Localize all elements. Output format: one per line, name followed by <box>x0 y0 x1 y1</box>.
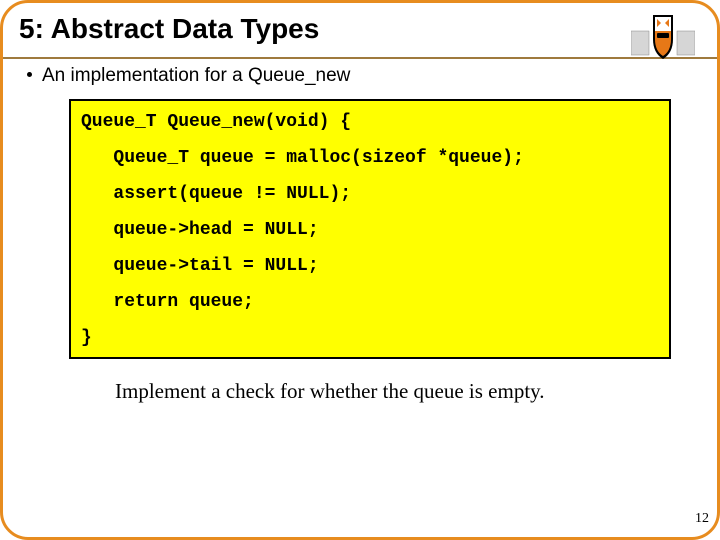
code-line-7: } <box>81 329 659 347</box>
code-line-5: queue->tail = NULL; <box>81 257 659 275</box>
page-number: 12 <box>695 511 709 527</box>
princeton-shield-logo <box>631 9 695 61</box>
title-underline <box>3 57 717 59</box>
code-block: Queue_T Queue_new(void) { Queue_T queue … <box>69 99 671 359</box>
code-line-3: assert(queue != NULL); <box>81 185 659 203</box>
bullet-dot-icon <box>27 72 32 77</box>
code-line-4: queue->head = NULL; <box>81 221 659 239</box>
bullet-line: An implementation for a Queue_new <box>27 65 717 87</box>
title-area: 5: Abstract Data Types <box>3 3 717 47</box>
code-line-2: Queue_T queue = malloc(sizeof *queue); <box>81 149 659 167</box>
bullet-text: An implementation for a Queue_new <box>42 65 350 86</box>
code-line-1: Queue_T Queue_new(void) { <box>81 113 659 131</box>
code-line-6: return queue; <box>81 293 659 311</box>
slide-frame: 5: Abstract Data Types An implementation… <box>0 0 720 540</box>
slide-title: 5: Abstract Data Types <box>19 13 319 44</box>
instruction-note: Implement a check for whether the queue … <box>115 379 717 404</box>
